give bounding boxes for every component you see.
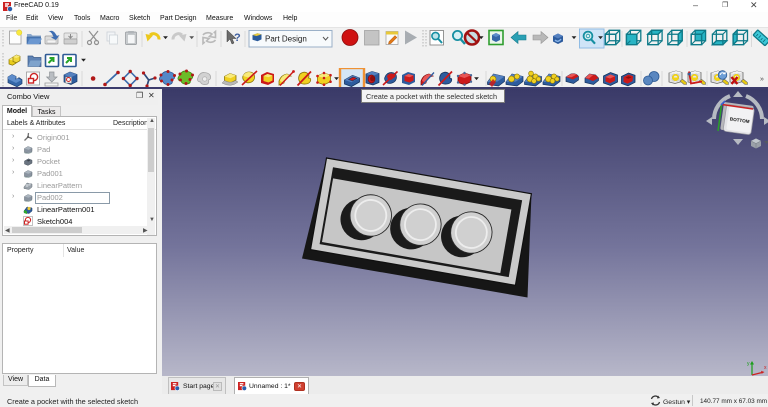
svg-text:x: x xyxy=(764,365,767,371)
svg-text:»: » xyxy=(760,76,764,83)
svg-text:?: ? xyxy=(234,32,241,44)
svg-text:Part Design: Part Design xyxy=(265,35,307,44)
svg-text:y: y xyxy=(747,361,750,367)
